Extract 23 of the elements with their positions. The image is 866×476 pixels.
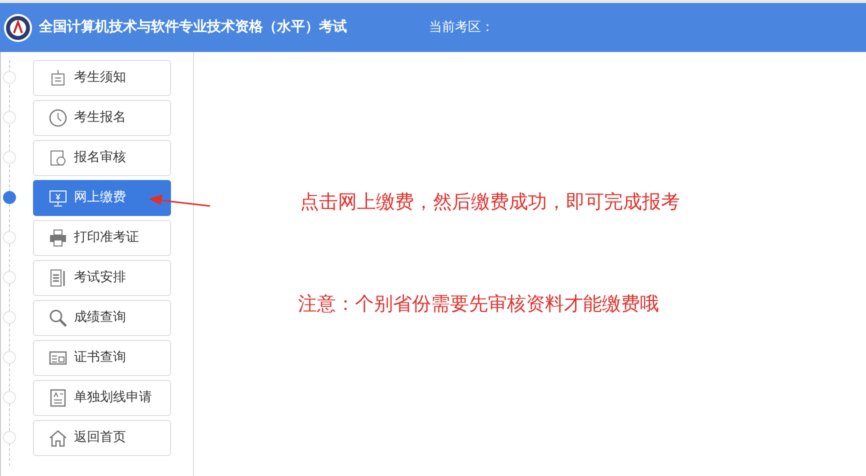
sidebar-item[interactable]: 考试安排 xyxy=(33,260,171,296)
region-label: 当前考区： xyxy=(429,18,494,37)
sidebar-item[interactable]: 报名审核 xyxy=(33,140,171,176)
app-title: 全国计算机技术与软件专业技术资格（水平）考试 xyxy=(39,18,347,37)
printer-icon xyxy=(48,228,68,248)
stamped-document-icon xyxy=(48,148,68,168)
home-icon xyxy=(48,428,68,448)
sidebar-item[interactable]: 打印准考证 xyxy=(33,220,171,256)
clock-icon xyxy=(48,108,68,128)
document-icon xyxy=(48,268,68,288)
notice-text: 注意：个别省份需要先审核资料才能缴费哦 xyxy=(298,292,659,317)
sidebar-item[interactable]: 考生报名 xyxy=(33,100,171,136)
sidebar-item[interactable]: 考生须知 xyxy=(33,60,171,96)
sidebar-item[interactable]: 证书查询 xyxy=(33,340,171,376)
monitor-icon xyxy=(48,188,68,208)
search-icon xyxy=(48,308,68,328)
instruction-text: 点击网上缴费，然后缴费成功，即可完成报考 xyxy=(300,190,680,215)
sidebar-item[interactable]: 成绩查询 xyxy=(33,300,171,336)
form-icon xyxy=(48,388,68,408)
sidebar-item[interactable]: 单独划线申请 xyxy=(33,380,171,416)
logo-icon xyxy=(3,12,33,42)
sidebar-item[interactable]: 网上缴费 xyxy=(33,180,171,216)
sidebar-item[interactable]: 返回首页 xyxy=(33,420,171,456)
